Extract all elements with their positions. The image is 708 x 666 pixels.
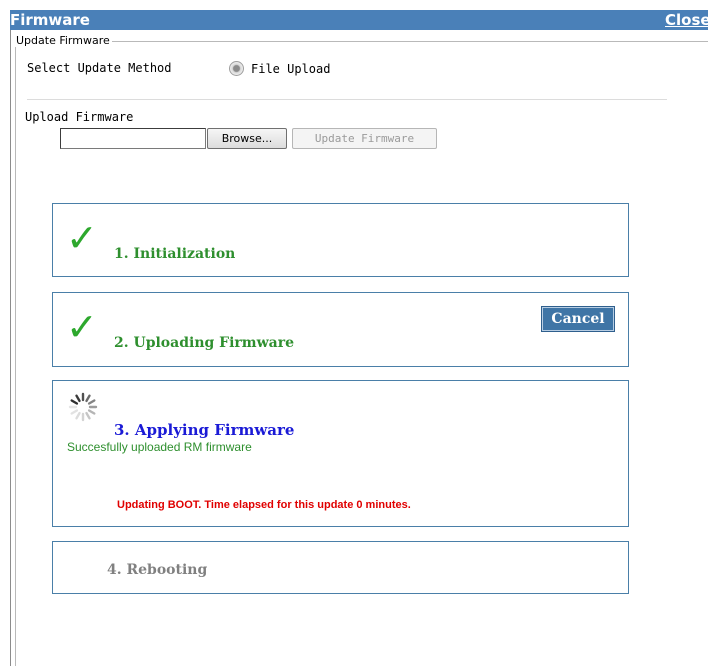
step-label: 4. Rebooting (107, 562, 208, 578)
file-upload-radio-label[interactable]: File Upload (251, 62, 330, 76)
step-applying-firmware: 3. Applying Firmware Succesfully uploade… (52, 380, 629, 527)
window-titlebar: Firmware Close (10, 10, 708, 30)
close-link[interactable]: Close (665, 11, 708, 29)
update-firmware-button[interactable]: Update Firmware (292, 128, 437, 149)
cancel-button[interactable]: Cancel (541, 306, 615, 332)
update-progress-message: Updating BOOT. Time elapsed for this upd… (117, 499, 411, 511)
step-label: 1. Initialization (114, 246, 236, 262)
upload-firmware-label: Upload Firmware (25, 110, 134, 124)
step-uploading-firmware: ✓ 2. Uploading Firmware Cancel (52, 292, 629, 367)
browse-button[interactable]: Browse... (207, 128, 287, 149)
file-upload-radio[interactable] (229, 61, 244, 76)
update-method-label: Select Update Method (27, 61, 172, 75)
fieldset-border-left (15, 41, 16, 666)
firmware-file-input[interactable] (60, 128, 206, 149)
step-label: 2. Uploading Firmware (114, 335, 295, 351)
fieldset-legend: Update Firmware (14, 34, 112, 47)
left-strip (0, 0, 10, 666)
step-initialization: ✓ 1. Initialization (52, 203, 629, 277)
fieldset-border (15, 41, 708, 42)
step-rebooting: 4. Rebooting (52, 541, 629, 594)
section-divider (27, 99, 667, 100)
spinner-icon (68, 392, 98, 422)
status-message: Succesfully uploaded RM firmware (67, 440, 252, 454)
window-title: Firmware (10, 11, 90, 29)
dialog-content: Update Firmware Select Update Method Fil… (10, 30, 708, 666)
check-icon: ✓ (66, 216, 98, 260)
step-label: 3. Applying Firmware (114, 421, 295, 439)
check-icon: ✓ (66, 305, 98, 349)
